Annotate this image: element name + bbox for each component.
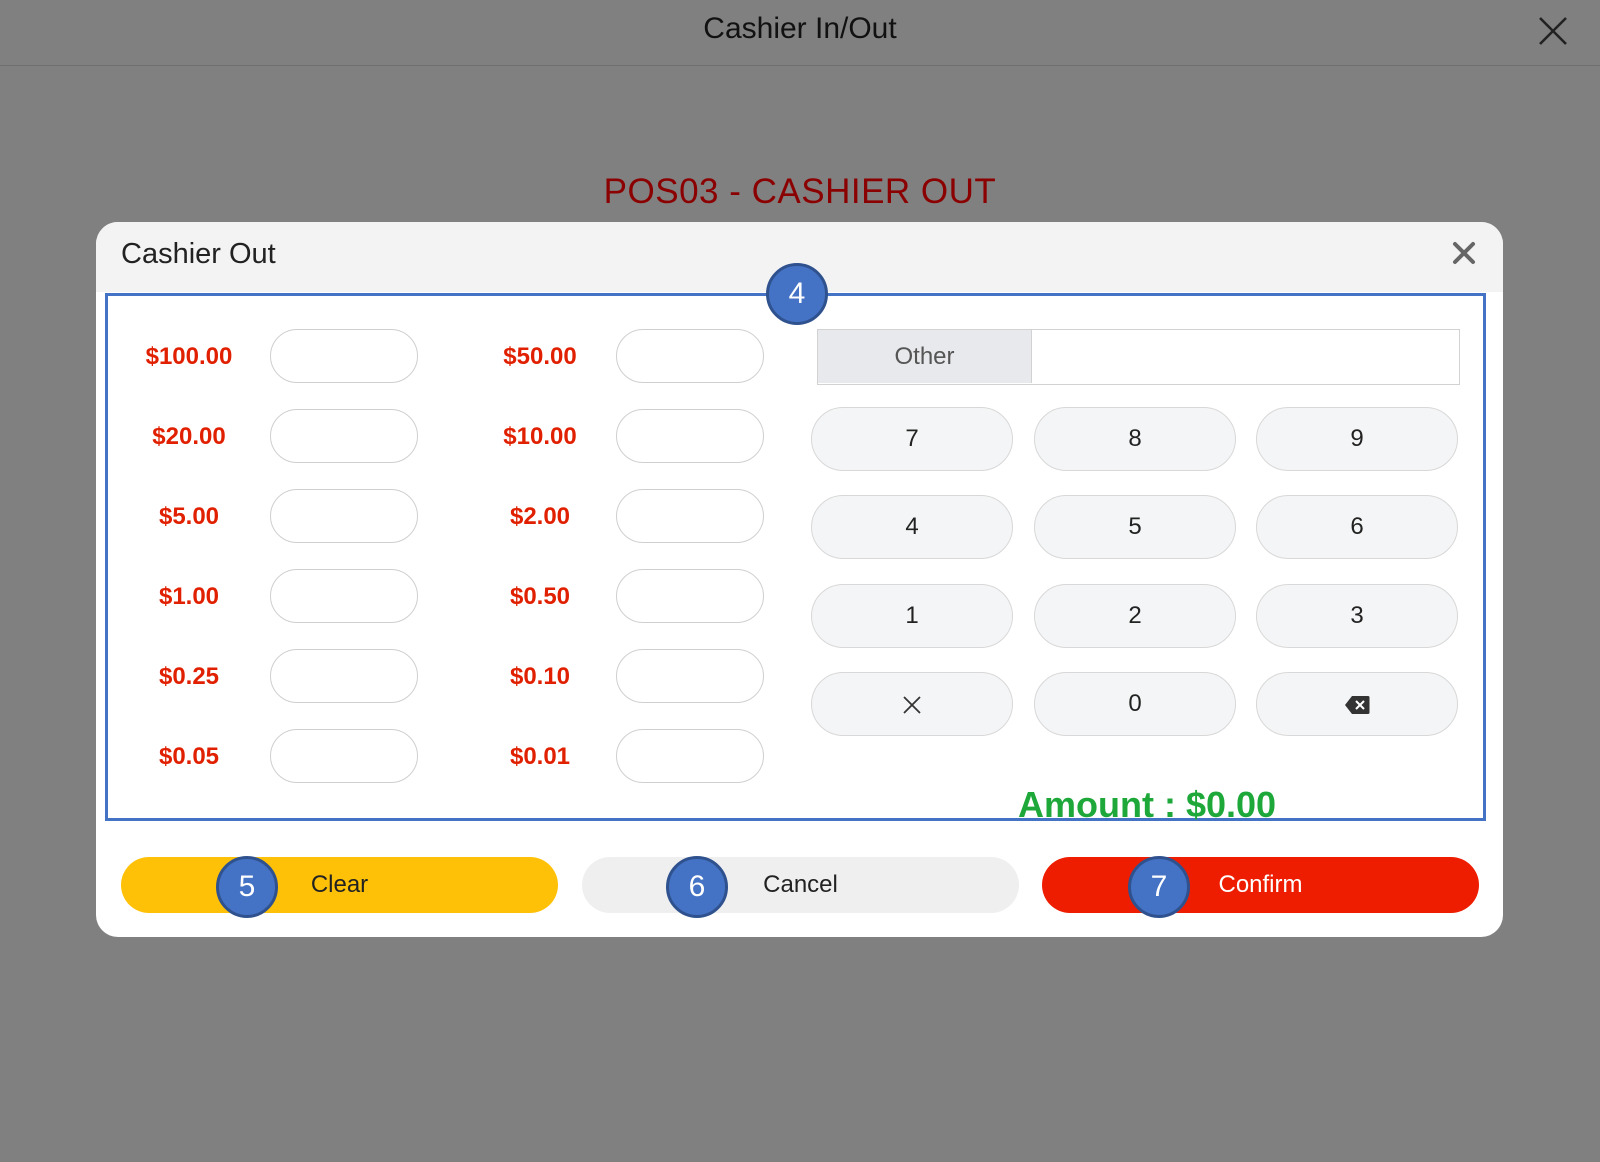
other-amount-field[interactable]: Other: [817, 329, 1460, 385]
amount-value: $0.00: [1185, 784, 1277, 825]
denomination-count-input[interactable]: [270, 649, 418, 703]
cashier-out-dialog: Cashier Out $100.00 $50.00 $20.00 $10.00…: [96, 222, 1503, 937]
confirm-button[interactable]: Confirm: [1042, 857, 1479, 913]
amount-label: Amount :: [1018, 784, 1186, 825]
denomination-label: $0.01: [509, 743, 571, 770]
denomination-label: $0.50: [509, 583, 571, 610]
keypad-key-0[interactable]: 0: [1034, 672, 1236, 736]
keypad-key-6[interactable]: 6: [1256, 495, 1458, 559]
keypad-backspace-key[interactable]: [1256, 672, 1458, 736]
denomination-label: $0.05: [158, 743, 220, 770]
denomination-label: $10.00: [503, 423, 577, 450]
keypad-key-5[interactable]: 5: [1034, 495, 1236, 559]
cancel-button[interactable]: Cancel: [582, 857, 1019, 913]
step-marker: 7: [1128, 856, 1190, 918]
denomination-count-input[interactable]: [616, 329, 764, 383]
denomination-label: $1.00: [158, 583, 220, 610]
denomination-count-input[interactable]: [270, 329, 418, 383]
other-label: Other: [818, 330, 1032, 383]
page-heading: POS03 - CASHIER OUT: [603, 172, 997, 211]
denomination-label: $0.10: [509, 663, 571, 690]
denomination-count-input[interactable]: [270, 409, 418, 463]
close-icon[interactable]: [1536, 14, 1570, 48]
denomination-count-input[interactable]: [616, 729, 764, 783]
step-marker: 4: [766, 263, 828, 325]
step-marker: 6: [666, 856, 728, 918]
denomination-label: $0.25: [158, 663, 220, 690]
step-marker: 5: [216, 856, 278, 918]
keypad-key-4[interactable]: 4: [811, 495, 1013, 559]
keypad-key-9[interactable]: 9: [1256, 407, 1458, 471]
denomination-panel: $100.00 $50.00 $20.00 $10.00 $5.00 $2.00…: [105, 293, 1486, 825]
window-title: Cashier In/Out: [703, 12, 897, 45]
keypad-key-2[interactable]: 2: [1034, 584, 1236, 648]
keypad-key-7[interactable]: 7: [811, 407, 1013, 471]
denomination-label: $100.00: [145, 343, 233, 370]
denomination-label: $2.00: [509, 503, 571, 530]
window-title-bar: Cashier In/Out: [0, 0, 1600, 66]
denomination-count-input[interactable]: [616, 649, 764, 703]
keypad-key-3[interactable]: 3: [1256, 584, 1458, 648]
denomination-count-input[interactable]: [616, 489, 764, 543]
clear-button[interactable]: Clear: [121, 857, 558, 913]
denomination-label: $50.00: [503, 343, 577, 370]
dialog-title: Cashier Out: [121, 238, 276, 270]
denomination-label: $5.00: [158, 503, 220, 530]
denomination-count-input[interactable]: [270, 569, 418, 623]
keypad-clear-key[interactable]: [811, 672, 1013, 736]
denomination-count-input[interactable]: [270, 489, 418, 543]
close-icon[interactable]: [1451, 240, 1477, 266]
denomination-count-input[interactable]: [616, 409, 764, 463]
x-icon: [903, 696, 921, 714]
denomination-label: $20.00: [152, 423, 226, 450]
backspace-icon: [1345, 695, 1370, 714]
denomination-count-input[interactable]: [616, 569, 764, 623]
keypad-key-1[interactable]: 1: [811, 584, 1013, 648]
keypad-key-8[interactable]: 8: [1034, 407, 1236, 471]
denomination-count-input[interactable]: [270, 729, 418, 783]
amount-total: Amount : $0.00: [1018, 784, 1276, 826]
